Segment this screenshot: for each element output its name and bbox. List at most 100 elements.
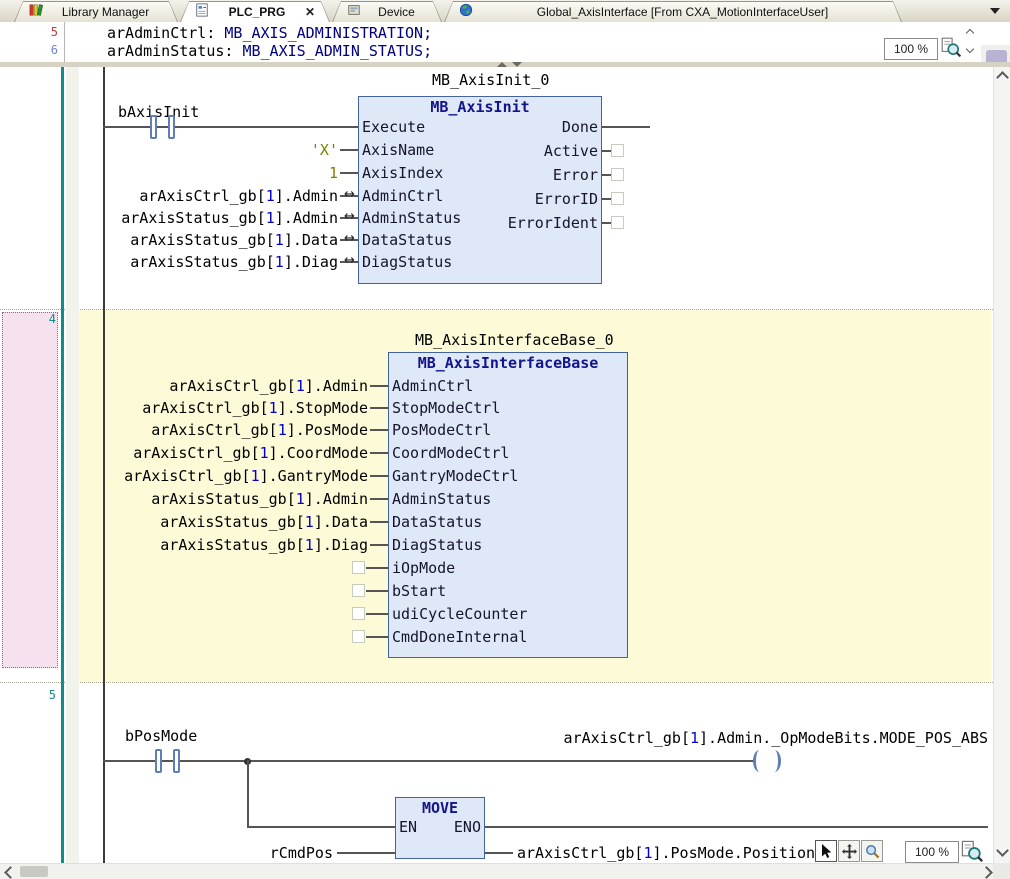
gutter-separator	[64, 22, 65, 62]
block-input-pin: iOpMode	[392, 559, 455, 577]
output-argument[interactable]: arAxisCtrl_gb[1].PosMode.Position	[517, 844, 815, 862]
pou-icon	[195, 3, 209, 22]
inout-arrow-icon: ↔	[344, 187, 355, 202]
input-argument[interactable]: arAxisStatus_gb[1].Data	[160, 513, 368, 531]
wire	[370, 544, 388, 546]
block-input-pin: bStart	[392, 582, 446, 600]
wire	[370, 452, 388, 454]
editor-margin-line	[61, 67, 64, 863]
input-argument[interactable]: 1	[329, 164, 338, 182]
wire	[370, 498, 388, 500]
tab-list-dropdown-icon[interactable]	[990, 8, 1000, 14]
library-books-icon	[29, 3, 43, 22]
tab-library-manager[interactable]: Library Manager	[14, 1, 178, 22]
line-number: 6	[30, 43, 58, 57]
vertical-scrollbar[interactable]	[993, 67, 1010, 863]
input-argument[interactable]: arAxisCtrl_gb[1].GantryMode	[124, 467, 368, 485]
pan-icon	[842, 844, 857, 859]
contact-icon[interactable]	[155, 749, 162, 773]
block-input-pin: AxisName	[362, 141, 434, 159]
tab-label: Device	[366, 5, 427, 19]
empty-input-box[interactable]	[352, 630, 365, 643]
wire	[247, 826, 395, 828]
close-icon[interactable]: ✕	[305, 5, 315, 19]
contact-label[interactable]: bAxisInit	[118, 103, 199, 121]
block-input-pin: DiagStatus	[362, 253, 452, 271]
editor-zoom-level[interactable]: 100 %	[905, 841, 959, 863]
wire	[370, 475, 388, 477]
block-input-pin: DiagStatus	[392, 536, 482, 554]
contact-icon[interactable]	[168, 115, 175, 139]
empty-input-box[interactable]	[352, 607, 365, 620]
empty-input-box[interactable]	[352, 561, 365, 574]
tab-global-axisinterface[interactable]: Global_AxisInterface [From CXA_MotionInt…	[444, 1, 902, 22]
input-argument[interactable]: rCmdPos	[270, 844, 333, 862]
wire	[485, 826, 988, 828]
coil-icon[interactable]	[768, 750, 781, 772]
select-cursor-button[interactable]	[815, 840, 837, 862]
output-assignment-box[interactable]	[611, 144, 624, 157]
input-argument[interactable]: arAxisStatus_gb[1].Diag	[160, 536, 368, 554]
network-number[interactable]: 5	[40, 688, 56, 702]
block-instance-label[interactable]: MB_AxisInit_0	[432, 71, 549, 89]
input-argument[interactable]: arAxisCtrl_gb[1].StopMode	[142, 399, 368, 417]
globe-icon	[459, 3, 473, 22]
block-instance-label[interactable]: MB_AxisInterfaceBase_0	[415, 331, 614, 349]
zoom-tool-button[interactable]	[861, 840, 883, 862]
wire	[337, 852, 395, 854]
tab-plc-prg[interactable]: PLC_PRG ✕	[180, 1, 330, 22]
tab-label: Library Manager	[48, 5, 163, 19]
pan-button[interactable]	[838, 840, 860, 862]
input-argument[interactable]: arAxisStatus_gb[1].Admin	[121, 209, 338, 227]
block-output-pin: Done	[562, 118, 598, 136]
block-input-pin: GantryModeCtrl	[392, 467, 518, 485]
block-input-pin: EN	[399, 818, 417, 836]
declaration-line[interactable]: arAdminStatus: MB_AXIS_ADMIN_STATUS;	[107, 42, 432, 60]
scroll-down-icon[interactable]	[966, 45, 974, 53]
horizontal-scrollbar[interactable]	[0, 863, 993, 879]
scroll-up-icon[interactable]	[966, 29, 974, 37]
input-argument[interactable]: arAxisStatus_gb[1].Admin	[151, 490, 368, 508]
output-assignment-box[interactable]	[611, 168, 624, 181]
input-argument[interactable]: arAxisCtrl_gb[1].Admin	[169, 377, 368, 395]
input-argument[interactable]: arAxisStatus_gb[1].Data	[130, 231, 338, 249]
input-argument[interactable]: arAxisCtrl_gb[1].PosMode	[151, 421, 368, 439]
contact-icon[interactable]	[150, 115, 157, 139]
line-number: 5	[30, 25, 58, 39]
input-argument[interactable]: arAxisCtrl_gb[1].Admin	[139, 187, 338, 205]
input-argument[interactable]: arAxisCtrl_gb[1].CoordMode	[133, 444, 368, 462]
block-output-pin: Active	[544, 142, 598, 160]
block-input-pin: udiCycleCounter	[392, 605, 527, 623]
block-input-pin: PosModeCtrl	[392, 421, 491, 439]
wire	[602, 126, 650, 128]
block-input-pin: StopModeCtrl	[392, 399, 500, 417]
network-4-margin-selection[interactable]	[2, 312, 58, 668]
coil-icon[interactable]	[753, 750, 766, 772]
contact-icon[interactable]	[173, 749, 180, 773]
block-output-pin: ENO	[454, 818, 481, 836]
declaration-zoom-level[interactable]: 100 %	[884, 38, 938, 60]
contact-label[interactable]: bPosMode	[125, 727, 197, 745]
wire	[340, 149, 358, 151]
wire	[370, 429, 388, 431]
output-assignment-box[interactable]	[611, 192, 624, 205]
empty-input-box[interactable]	[352, 584, 365, 597]
wire	[366, 567, 388, 569]
tab-device[interactable]: Device	[332, 1, 442, 22]
zoom-fit-icon[interactable]	[940, 36, 962, 63]
block-input-pin: DataStatus	[392, 513, 482, 531]
wire	[370, 521, 388, 523]
declaration-editor[interactable]: 5 6 arAdminCtrl: MB_AXIS_ADMINISTRATION;…	[0, 22, 1010, 62]
block-output-pin: Error	[553, 166, 598, 184]
input-argument[interactable]: arAxisStatus_gb[1].Diag	[130, 253, 338, 271]
block-input-pin: AdminCtrl	[392, 377, 473, 395]
declaration-line[interactable]: arAdminCtrl: MB_AXIS_ADMINISTRATION;	[107, 24, 432, 42]
input-argument[interactable]: 'X'	[311, 141, 338, 159]
codesys-window: Library Manager PLC_PRG ✕ Device	[0, 0, 1010, 879]
block-input-pin: AdminStatus	[392, 490, 491, 508]
output-assignment-box[interactable]	[611, 216, 624, 229]
coil-label[interactable]: arAxisCtrl_gb[1].Admin._OpModeBits.MODE_…	[564, 729, 988, 747]
network-number[interactable]: 4	[40, 312, 56, 326]
horizontal-scrollbar-thumb[interactable]	[20, 866, 48, 877]
block-type-name: MB_AxisInterfaceBase	[388, 354, 628, 372]
